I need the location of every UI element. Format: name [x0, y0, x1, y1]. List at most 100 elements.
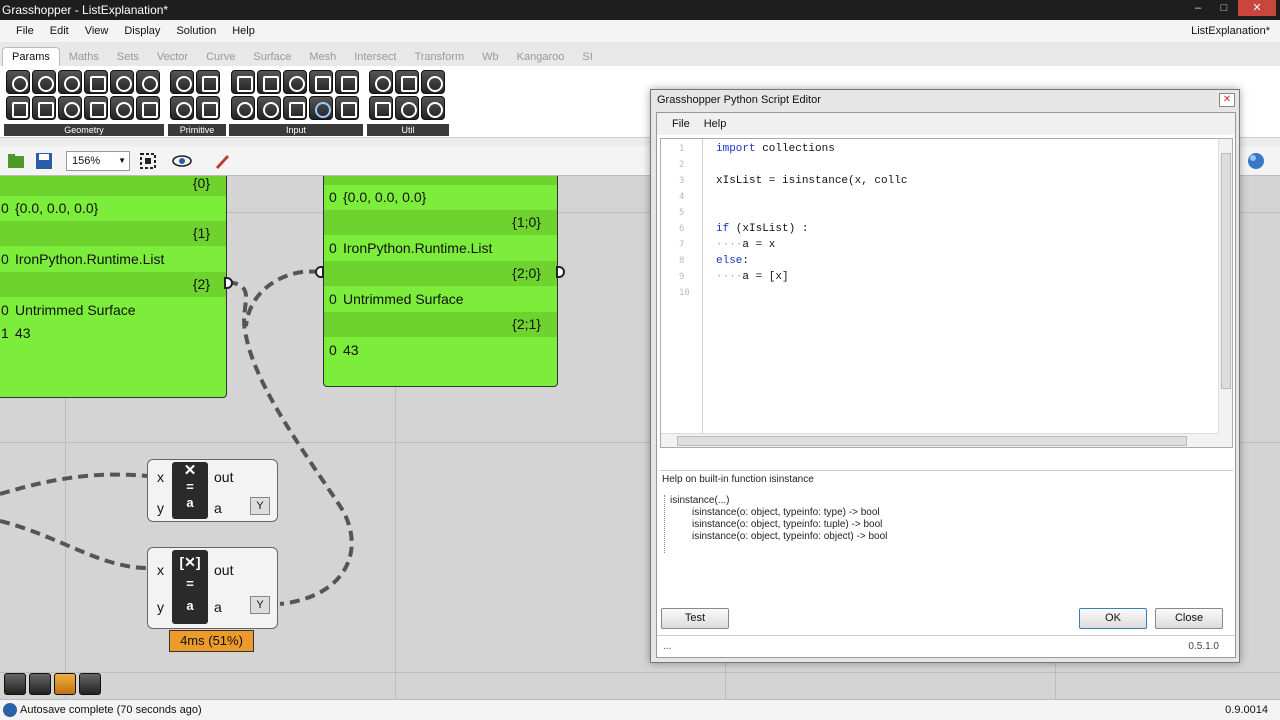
editor-menubar: File Help — [657, 113, 1235, 135]
panel-branch-header: {0} — [0, 176, 226, 196]
box-param-icon[interactable] — [6, 70, 30, 94]
status-bar: Autosave complete (70 seconds ago) 0.9.0… — [0, 699, 1280, 720]
toggle-icon[interactable] — [257, 70, 281, 94]
ribbon-group-label: Util — [367, 124, 449, 136]
scroll-thumb[interactable] — [677, 436, 1187, 446]
point-param-icon[interactable] — [136, 70, 160, 94]
close-window-button[interactable]: ✕ — [1238, 0, 1276, 16]
value-list-icon[interactable] — [283, 96, 307, 120]
code-editor[interactable]: 1 2 3 4 5 6 7 8 9 10 import collections … — [660, 138, 1233, 448]
scroll-thumb[interactable] — [1221, 153, 1231, 389]
panel-right[interactable]: 0 {0.0, 0.0, 0.0} {1;0} 0 IronPython.Runti… — [323, 176, 558, 387]
vector-param-icon[interactable] — [136, 96, 160, 120]
component-tabs: Params Maths Sets Vector Curve Surface M… — [0, 42, 1280, 66]
button-icon[interactable] — [257, 96, 281, 120]
grasshopper-app: Grasshopper - ListExplanation* – □ ✕ Fil… — [0, 0, 1280, 720]
tab-vector[interactable]: Vector — [148, 48, 197, 66]
sketch-pen-icon[interactable] — [29, 673, 51, 695]
tab-intersect[interactable]: Intersect — [345, 48, 405, 66]
import-icon[interactable] — [231, 70, 255, 94]
tab-wb[interactable]: Wb — [473, 48, 508, 66]
tab-transform[interactable]: Transform — [405, 48, 473, 66]
integer-param-icon[interactable] — [196, 70, 220, 94]
tab-surface[interactable]: Surface — [244, 48, 300, 66]
text-param-icon[interactable] — [196, 96, 220, 120]
sketch-pen-icon[interactable] — [212, 151, 232, 171]
panel-left[interactable]: {0} 0 {0.0, 0.0, 0.0} {1} 0 IronPython.Run… — [0, 176, 227, 398]
editor-horizontal-scrollbar[interactable] — [661, 433, 1219, 447]
flask-icon[interactable] — [421, 96, 445, 120]
code-line: ····a = [x] — [716, 271, 789, 283]
tab-sets[interactable]: Sets — [108, 48, 148, 66]
input-y-label[interactable]: y — [157, 599, 164, 615]
input-x-label[interactable]: x — [157, 469, 164, 485]
open-icon[interactable] — [6, 151, 26, 171]
ok-button[interactable]: OK — [1079, 608, 1147, 629]
python-icon[interactable] — [4, 673, 26, 695]
input-y-label[interactable]: y — [157, 500, 164, 516]
matrix-icon[interactable] — [309, 96, 333, 120]
tab-curve[interactable]: Curve — [197, 48, 244, 66]
python-component-bottom[interactable]: x y [✕] = a out a Y — [147, 547, 278, 629]
menu-edit[interactable]: Edit — [42, 25, 77, 37]
group-param-icon[interactable] — [110, 96, 134, 120]
output-out-label[interactable]: out — [214, 562, 233, 578]
preview-sphere-icon[interactable] — [1246, 151, 1266, 171]
close-button[interactable]: Close — [1155, 608, 1223, 629]
surface-param-icon[interactable] — [84, 70, 108, 94]
pattern-icon[interactable] — [54, 673, 76, 695]
number-param-icon[interactable] — [170, 96, 194, 120]
code-line: ····a = x — [716, 239, 776, 251]
test-button[interactable]: Test — [661, 608, 729, 629]
editor-vertical-scrollbar[interactable] — [1218, 139, 1232, 447]
line-number: 2 — [679, 160, 685, 170]
output-a-label[interactable]: a — [214, 500, 222, 516]
tab-kangaroo[interactable]: Kangaroo — [508, 48, 574, 66]
zoom-dropdown[interactable]: 156% ▼ — [66, 151, 130, 171]
menu-help[interactable]: Help — [224, 25, 263, 37]
menu-solution[interactable]: Solution — [168, 25, 224, 37]
editor-menu-file[interactable]: File — [665, 118, 697, 130]
panel-right-input-grip[interactable] — [315, 266, 324, 278]
brep-param-icon[interactable] — [6, 96, 30, 120]
output-a-label[interactable]: a — [214, 599, 222, 615]
tab-si[interactable]: SI — [573, 48, 601, 66]
boolean-param-icon[interactable] — [170, 70, 194, 94]
jump-icon[interactable] — [421, 70, 445, 94]
text-tag-icon[interactable] — [395, 96, 419, 120]
circle-param-icon[interactable] — [32, 70, 56, 94]
minimize-button[interactable]: – — [1186, 0, 1210, 16]
gradient-icon[interactable] — [309, 70, 333, 94]
eye-icon[interactable] — [172, 151, 192, 171]
output-out-label[interactable]: out — [214, 469, 233, 485]
line-number: 7 — [679, 240, 685, 250]
panel-icon[interactable] — [231, 96, 255, 120]
geometry-param-icon[interactable] — [58, 96, 82, 120]
scribble-icon[interactable] — [395, 70, 419, 94]
sketch-icon[interactable] — [369, 96, 393, 120]
tab-mesh[interactable]: Mesh — [300, 48, 345, 66]
plane-param-icon[interactable] — [32, 96, 56, 120]
menu-view[interactable]: View — [77, 25, 117, 37]
save-icon[interactable] — [34, 151, 54, 171]
graph-mapper-icon[interactable] — [335, 70, 359, 94]
status-text: Autosave complete (70 seconds ago) — [20, 704, 202, 716]
menu-file[interactable]: File — [8, 25, 42, 37]
zoom-extents-icon[interactable] — [138, 151, 158, 171]
menu-display[interactable]: Display — [116, 25, 168, 37]
code-line: if (xIsList) : — [716, 223, 809, 235]
dialog-close-icon[interactable]: ✕ — [1219, 93, 1235, 107]
image-icon[interactable] — [335, 96, 359, 120]
line-param-icon[interactable] — [84, 96, 108, 120]
maximize-button[interactable]: □ — [1212, 0, 1236, 16]
curve-param-icon[interactable] — [58, 70, 82, 94]
slider-icon[interactable] — [283, 70, 307, 94]
cluster-icon[interactable] — [369, 70, 393, 94]
python-component-top[interactable]: x y ✕ = a out a Y — [147, 459, 278, 522]
editor-menu-help[interactable]: Help — [697, 118, 734, 130]
mesh-param-icon[interactable] — [110, 70, 134, 94]
import-icon[interactable] — [79, 673, 101, 695]
input-x-label[interactable]: x — [157, 562, 164, 578]
tab-params[interactable]: Params — [2, 47, 60, 66]
tab-maths[interactable]: Maths — [60, 48, 108, 66]
